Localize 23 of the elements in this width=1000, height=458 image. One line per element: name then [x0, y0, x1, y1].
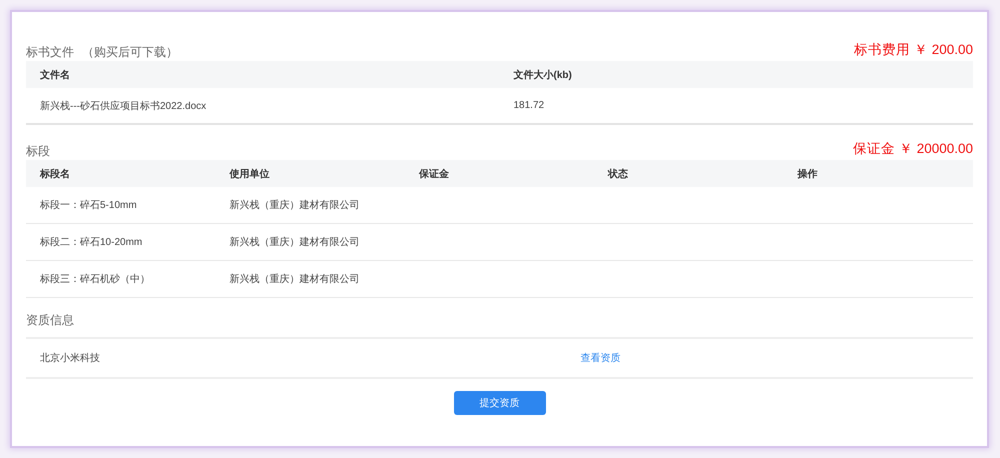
column-header: 文件名 — [39, 68, 71, 82]
section-title: 资质信息 — [26, 312, 74, 328]
table-cell-text: 181.72 — [512, 100, 546, 111]
column-header: 标段名 — [38, 168, 71, 180]
view-qualification-link[interactable]: 查看资质 — [500, 353, 620, 364]
fee-amount: 标书费用 ￥ 200.00 — [854, 41, 973, 59]
table-cell-text: 新兴栈（重庆）建材有限公司 — [228, 198, 360, 212]
column-header: 使用单位 — [228, 168, 270, 180]
table-cell-text: 新兴栈（重庆）建材有限公司 — [228, 272, 360, 286]
column-header: 保证金 — [418, 168, 450, 180]
column-header: 文件大小(kb) — [512, 68, 573, 82]
table-cell-text: 标段三：碎石机砂（中） — [39, 272, 151, 286]
deposit-amount: 保证金 ￥ 20000.00 — [853, 140, 973, 158]
table-cell-text: 标段二：碎石10-20mm — [39, 236, 144, 249]
column-header: 操作 — [796, 168, 819, 180]
section-title: 标段 — [26, 143, 50, 160]
table-cell-text: 标段一：碎石5-10mm — [39, 198, 138, 212]
section-title: 标书文件 （购买后可下载） — [26, 44, 178, 61]
table-cell-text: 新兴栈（重庆）建材有限公司 — [228, 236, 360, 249]
column-header: 状态 — [606, 168, 630, 180]
table-cell-text: 新兴栈---砂石供应项目标书2022.docx — [39, 100, 208, 112]
submit-button[interactable]: 提交资质 — [454, 391, 546, 415]
company-name: 北京小米科技 — [39, 352, 101, 365]
